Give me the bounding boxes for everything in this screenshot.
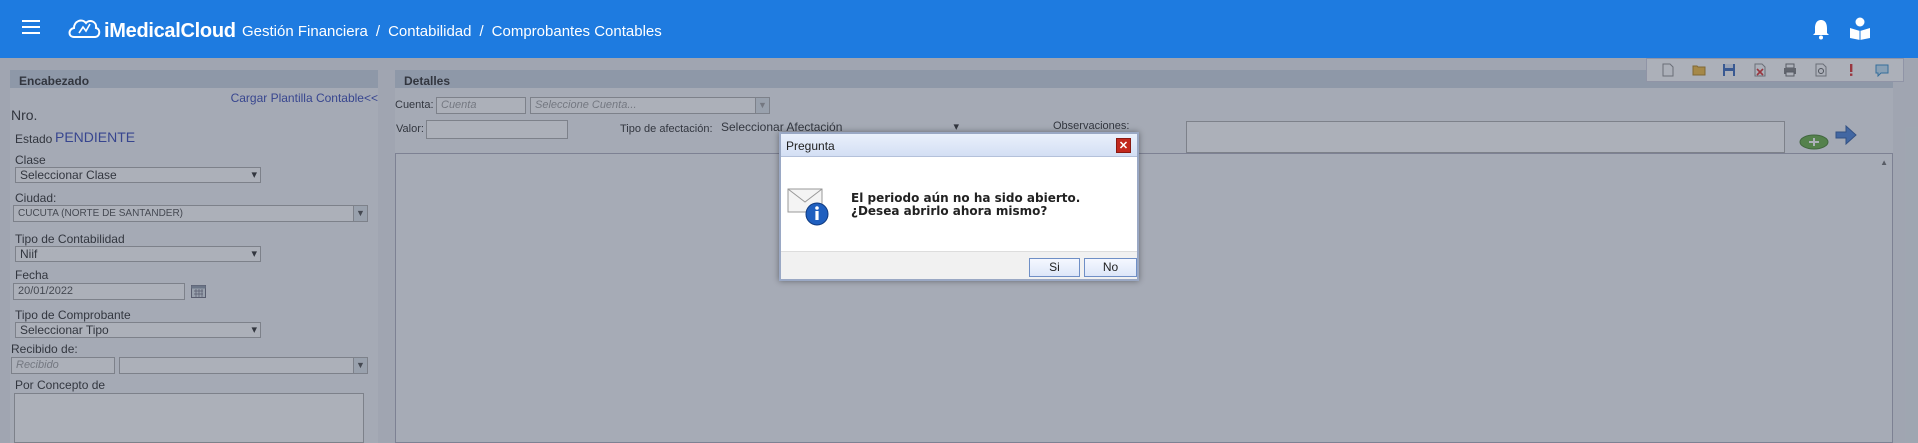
dialog-footer: Si No bbox=[781, 251, 1137, 279]
bell-icon[interactable] bbox=[1811, 18, 1831, 40]
user-book-icon[interactable] bbox=[1849, 16, 1871, 40]
breadcrumb: Gestión Financiera / Contabilidad / Comp… bbox=[242, 23, 662, 40]
brand-logo[interactable]: iMedicalCloud bbox=[66, 12, 236, 43]
confirm-dialog: Pregunta ✕ El periodo aún no ha sido abi… bbox=[779, 132, 1139, 281]
breadcrumb-item[interactable]: Gestión Financiera bbox=[242, 23, 368, 40]
breadcrumb-item[interactable]: Comprobantes Contables bbox=[492, 23, 662, 40]
breadcrumb-separator: / bbox=[375, 23, 381, 40]
top-bar: iMedicalCloud Gestión Financiera / Conta… bbox=[0, 0, 1918, 58]
brand-name: iMedicalCloud bbox=[104, 20, 236, 42]
dialog-message: El periodo aún no ha sido abierto. ¿Dese… bbox=[851, 191, 1081, 218]
info-icon bbox=[787, 188, 829, 226]
dialog-title: Pregunta bbox=[781, 134, 1137, 157]
breadcrumb-item[interactable]: Contabilidad bbox=[388, 23, 471, 40]
breadcrumb-separator: / bbox=[479, 23, 484, 40]
hamburger-icon[interactable] bbox=[22, 20, 40, 34]
yes-button[interactable]: Si bbox=[1029, 258, 1080, 277]
dialog-title-text: Pregunta bbox=[786, 139, 835, 153]
no-button[interactable]: No bbox=[1084, 258, 1137, 277]
dialog-body: El periodo aún no ha sido abierto. ¿Dese… bbox=[781, 157, 1137, 252]
cloud-logo-icon bbox=[68, 19, 101, 38]
close-icon[interactable]: ✕ bbox=[1116, 138, 1131, 153]
